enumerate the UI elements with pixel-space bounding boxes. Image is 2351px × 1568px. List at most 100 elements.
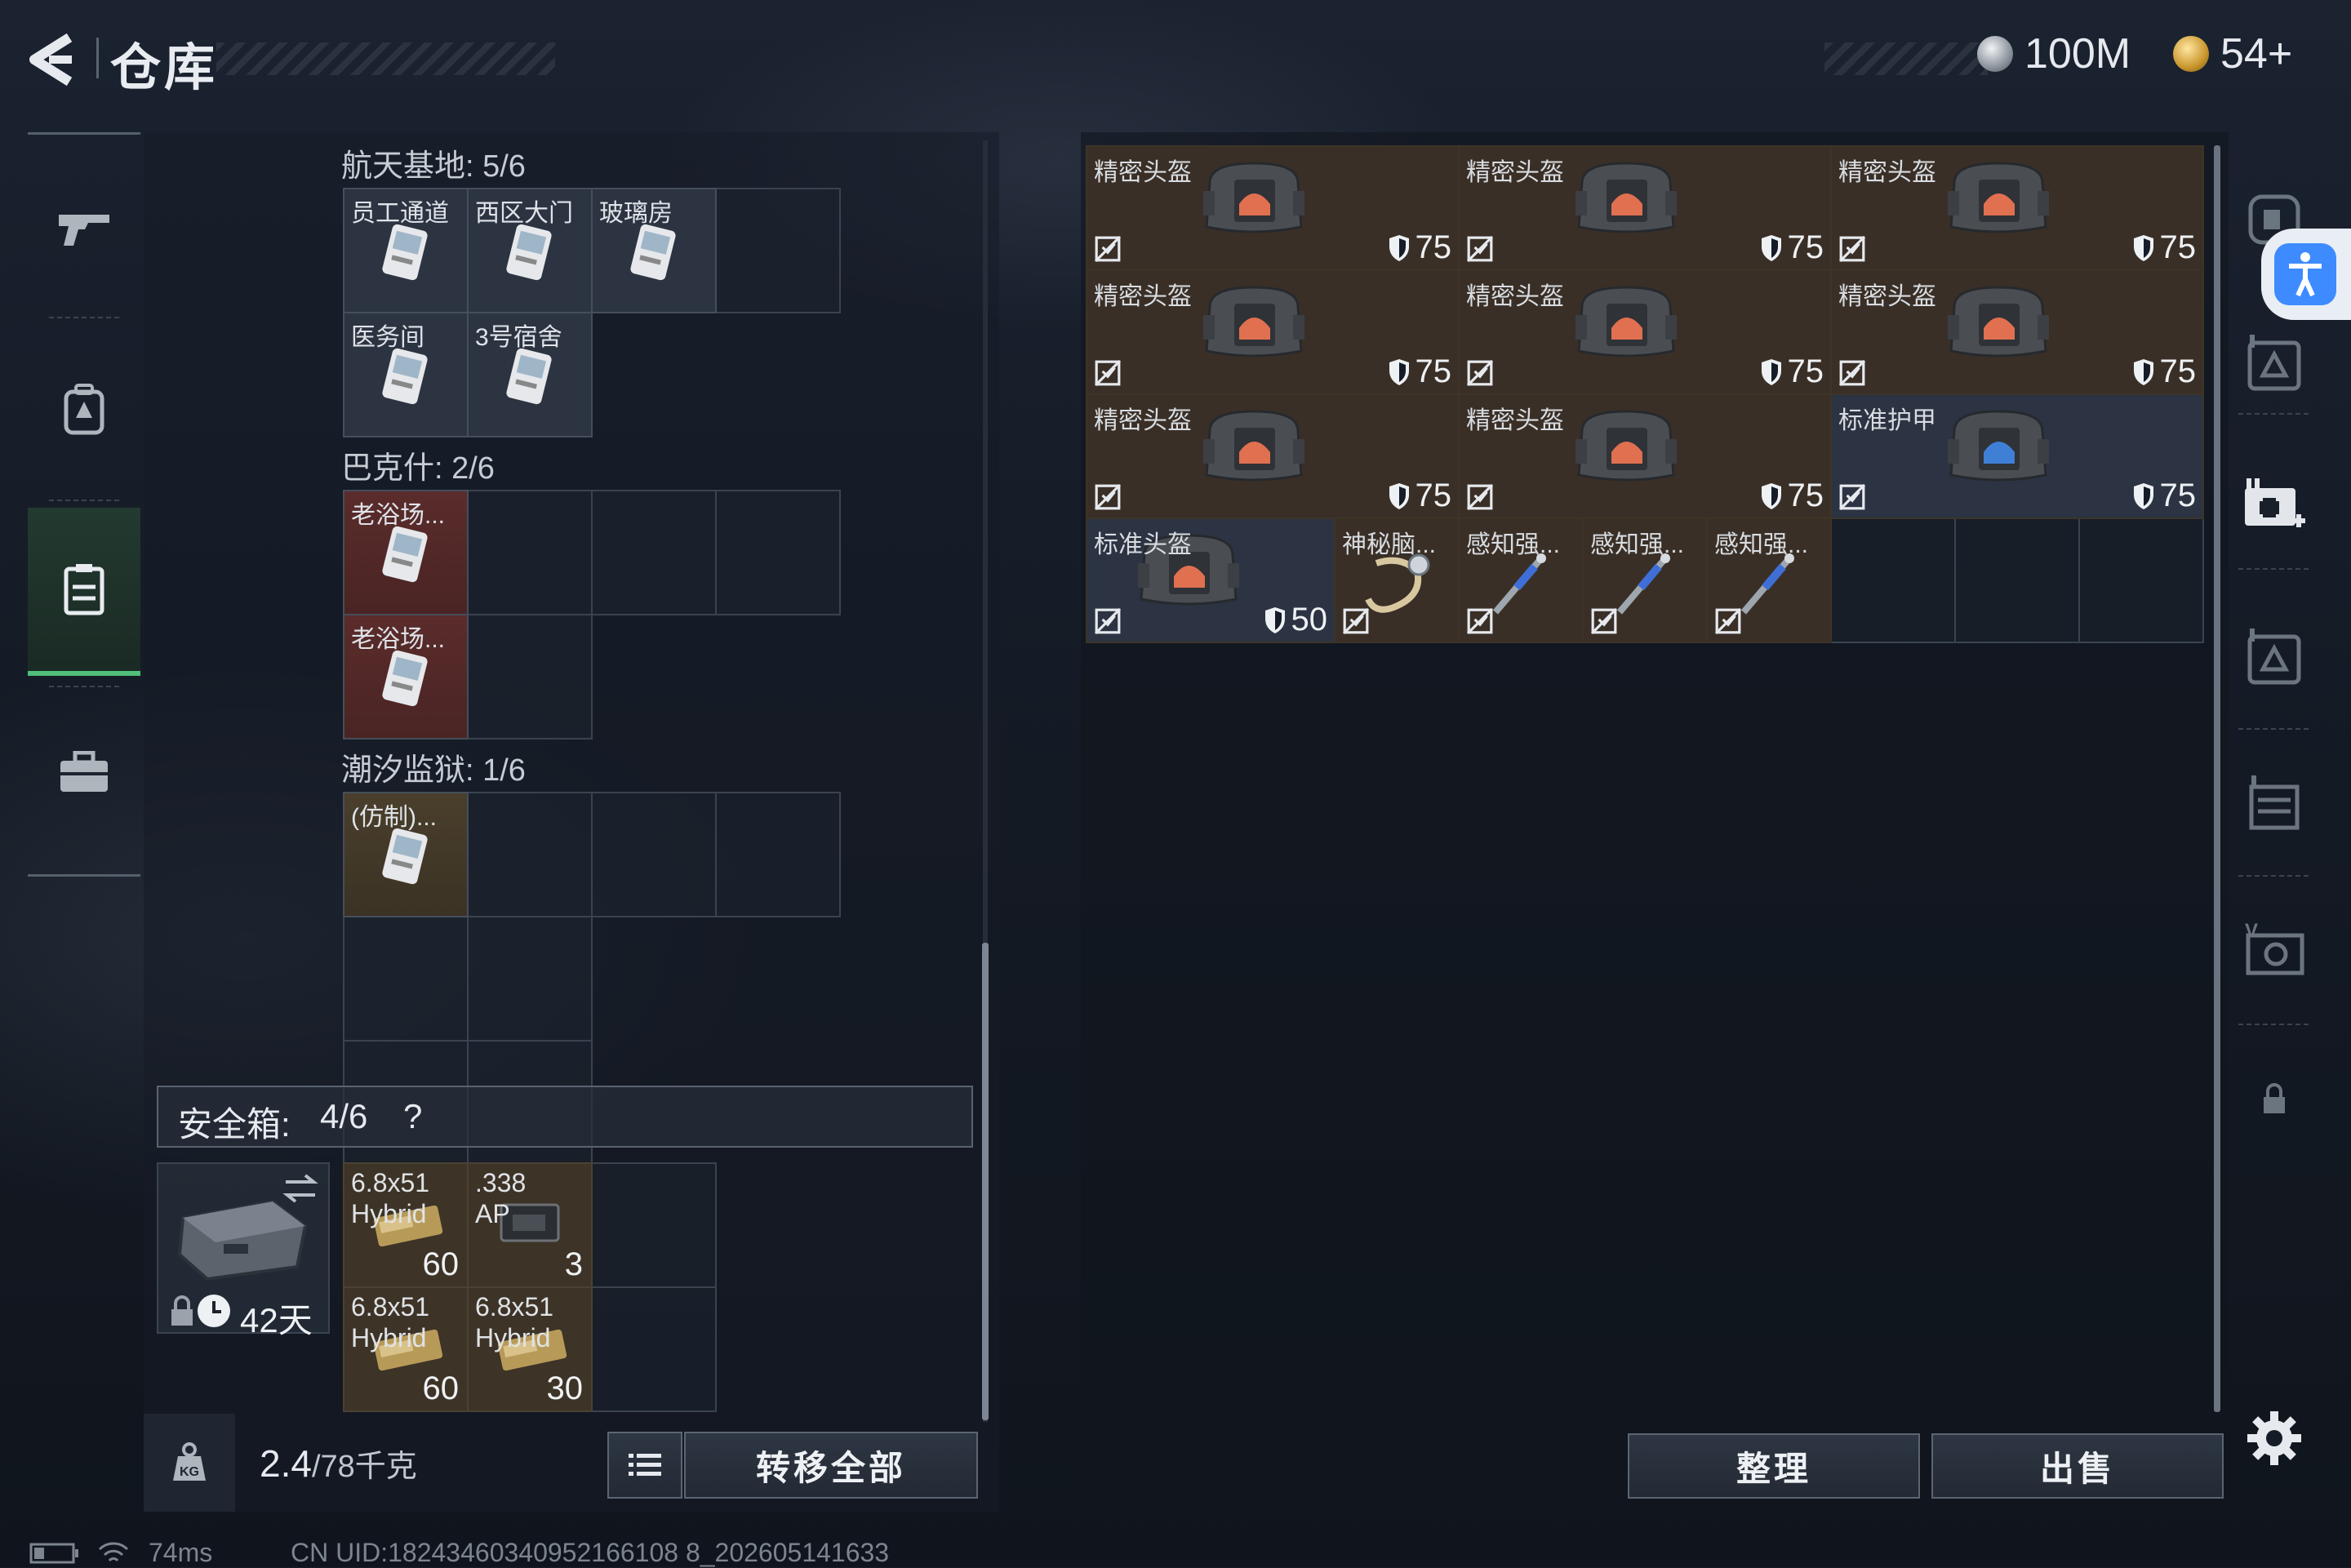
ammo-caliber: .338 [475, 1168, 527, 1197]
stash-item[interactable]: 标准护甲 75 [1830, 393, 2204, 519]
stash-item-name: 标准头盔 [1094, 531, 1192, 558]
no-insure-icon [1094, 359, 1122, 387]
weight-readout: 2.4/78千克 [260, 1441, 417, 1486]
armor-number: 75 [2159, 353, 2197, 389]
sidebar-medkit-icon[interactable] [2242, 475, 2307, 540]
no-insure-icon [1838, 235, 1866, 263]
safebox-help-icon[interactable]: ? [403, 1097, 422, 1136]
transfer-all-button[interactable]: 转移全部 [684, 1432, 978, 1499]
safebox-slot[interactable] [591, 1162, 717, 1288]
key-slot[interactable] [715, 490, 841, 615]
currency-a-value: 100M [2024, 30, 2131, 78]
settings-gear-icon[interactable] [2242, 1406, 2307, 1471]
stash-item[interactable]: 精密头盔 75 [1830, 145, 2204, 271]
armor-value: 75 [1760, 478, 1824, 514]
sidebar-backpack-icon[interactable] [2242, 330, 2307, 395]
toolbox-icon [60, 751, 108, 792]
ammo-item[interactable]: .338 AP 3 [467, 1162, 593, 1288]
ammo-item[interactable]: 6.8x51 Hybrid 60 [343, 1286, 469, 1412]
key-card[interactable]: 3号宿舍 [467, 312, 593, 438]
stash-item[interactable]: 精密头盔 75 [1458, 269, 1832, 395]
ammo-item[interactable]: 6.8x51 Hybrid 30 [467, 1286, 593, 1412]
key-card[interactable]: 医务间 [343, 312, 469, 438]
key-card[interactable]: 玻璃房 [591, 188, 717, 313]
key-slot[interactable] [715, 188, 841, 313]
left-scrollbar[interactable] [982, 943, 989, 1420]
key-slot[interactable] [715, 792, 841, 917]
key-card[interactable]: (仿制)... [343, 792, 469, 917]
ammo-count: 60 [422, 1246, 460, 1282]
armor-number: 75 [1415, 478, 1452, 513]
key-slot[interactable] [343, 916, 469, 1042]
uid-text: CN UID:18243460340952166108 8_2026051416… [291, 1538, 890, 1567]
helmet-icon [1203, 162, 1304, 233]
nav-weapons[interactable] [28, 147, 140, 310]
key-slot[interactable] [467, 916, 593, 1042]
stash-item[interactable]: 精密头盔 75 [1086, 145, 1460, 271]
helmet-icon [1948, 162, 2049, 233]
sidebar-lock-icon[interactable] [2242, 1066, 2307, 1131]
stash-item[interactable]: 精密头盔 75 [1458, 393, 1832, 519]
title-divider [96, 38, 99, 78]
back-arrow-icon[interactable] [24, 31, 82, 88]
organize-button[interactable]: 整理 [1628, 1433, 1920, 1499]
stash-item[interactable]: 感知强... [1458, 517, 1584, 643]
safebox-slot[interactable] [591, 1286, 717, 1412]
no-insure-icon [1094, 607, 1122, 635]
stash-slot[interactable] [1830, 517, 1956, 643]
nav-equipment[interactable] [28, 328, 140, 491]
stash-item[interactable]: 标准头盔 50 [1086, 517, 1335, 643]
clock-icon [198, 1295, 230, 1327]
safebox-container[interactable]: 42天 [157, 1162, 330, 1339]
stash-item[interactable]: 精密头盔 75 [1086, 269, 1460, 395]
stash-item[interactable]: 精密头盔 75 [1458, 145, 1832, 271]
stash-item[interactable]: 精密头盔 75 [1086, 393, 1460, 519]
sidebar-backpack-2-icon[interactable] [2242, 624, 2307, 689]
sidebar-vault-icon[interactable]: V [2242, 917, 2307, 983]
coin-gold-icon [2173, 36, 2209, 72]
list-view-button[interactable] [607, 1432, 682, 1499]
ammo-count: 30 [546, 1370, 584, 1406]
shield-icon [1389, 234, 1409, 261]
stash-item[interactable]: 精密头盔 75 [1830, 269, 2204, 395]
key-card[interactable]: 老浴场... [343, 490, 469, 615]
stash-item-name: 精密头盔 [1838, 159, 1936, 186]
stash-scrollbar[interactable] [2214, 145, 2220, 1412]
key-slot[interactable] [591, 792, 717, 917]
swap-icon[interactable] [281, 1172, 320, 1205]
key-card[interactable]: 老浴场... [343, 614, 469, 740]
no-insure-icon [1466, 483, 1494, 511]
ammo-item[interactable]: 6.8x51 Hybrid 60 [343, 1162, 469, 1288]
key-slot[interactable] [467, 490, 593, 615]
no-insure-icon [1094, 483, 1122, 511]
stash-item[interactable]: 感知强... [1582, 517, 1708, 643]
nav-storage[interactable] [28, 508, 140, 676]
keycard-icon [506, 348, 552, 405]
sidebar-locker-icon[interactable] [2242, 771, 2307, 836]
key-group-label: 巴克什: 2/6 [341, 451, 495, 486]
ammo-name: 6.8x51 Hybrid [351, 1167, 429, 1229]
key-slot[interactable] [467, 792, 593, 917]
key-slot[interactable] [591, 490, 717, 615]
armor-value: 50 [1264, 602, 1327, 638]
stash-item[interactable]: 感知强... [1706, 517, 1832, 643]
stash-slot[interactable] [1954, 517, 2080, 643]
coin-silver-icon [1977, 36, 2013, 72]
sell-button[interactable]: 出售 [1931, 1433, 2224, 1499]
key-slot[interactable] [467, 614, 593, 740]
stash-item[interactable]: 神秘脑... [1334, 517, 1460, 643]
accessibility-tab[interactable] [2261, 229, 2351, 320]
currency-stripe [1824, 42, 1988, 75]
armor-value: 75 [2132, 229, 2196, 266]
key-card[interactable]: 西区大门 [467, 188, 593, 313]
shield-icon [1761, 482, 1781, 509]
nav-toolbox[interactable] [28, 691, 140, 854]
key-card[interactable]: 员工通道 [343, 188, 469, 313]
shield-icon [1761, 234, 1781, 261]
key-group-label: 潮汐监狱: 1/6 [341, 753, 526, 788]
stash-item-name: 神秘脑... [1342, 531, 1437, 558]
accessibility-icon[interactable] [2274, 243, 2336, 305]
lock-icon [171, 1295, 193, 1326]
shield-icon [2133, 482, 2153, 509]
stash-slot[interactable] [2078, 517, 2204, 643]
